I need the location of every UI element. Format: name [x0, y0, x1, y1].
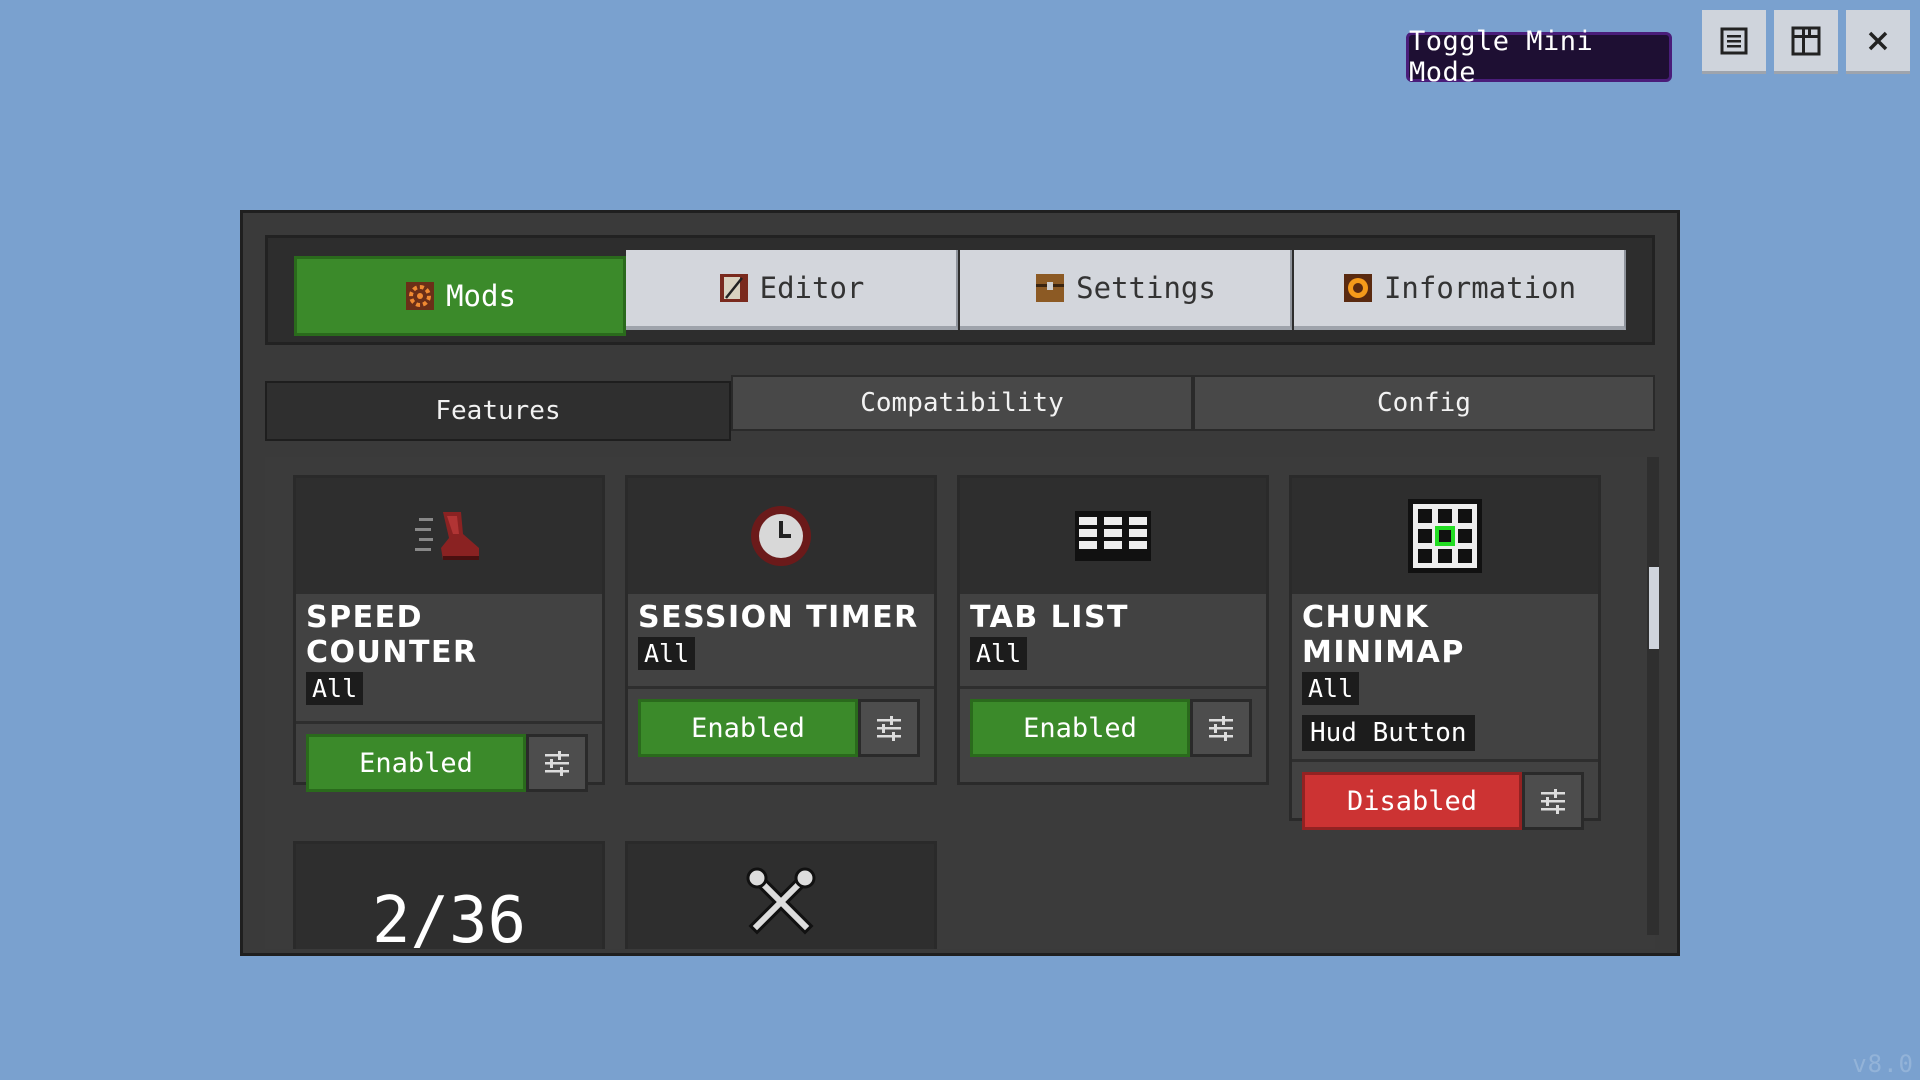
toggle-enabled-button[interactable]: Enabled: [306, 734, 526, 792]
version-label: v8.0: [1852, 1050, 1914, 1078]
edition-badge: All: [970, 637, 1028, 670]
sliders-icon: [545, 751, 569, 776]
hud-button-badge: Hud Button: [1302, 715, 1475, 751]
settings-sliders-button[interactable]: [858, 699, 920, 757]
tab-settings[interactable]: Settings: [960, 250, 1292, 330]
tab-label: Information: [1383, 271, 1577, 305]
edition-badge: All: [306, 672, 364, 705]
gear-icon: [404, 280, 436, 312]
layout-button[interactable]: [1774, 10, 1838, 74]
tab-label: Mods: [446, 279, 516, 313]
close-button[interactable]: [1846, 10, 1910, 74]
edition-badge: All: [638, 637, 696, 670]
edition-badge: All: [1302, 672, 1360, 705]
card-title: SESSION TIMER: [638, 600, 919, 635]
card-title: CHUNK MINIMAP: [1302, 600, 1465, 670]
toggle-enabled-button[interactable]: Enabled: [970, 699, 1190, 757]
info-icon: [1342, 272, 1374, 304]
tab-information[interactable]: Information: [1294, 250, 1626, 330]
settings-sliders-button[interactable]: [1190, 699, 1252, 757]
tools-card[interactable]: [625, 841, 937, 949]
tools-icon: [746, 867, 816, 935]
toggle-mini-mode-button[interactable]: Toggle Mini Mode: [1406, 26, 1672, 88]
list-window-icon: [1720, 27, 1748, 54]
card-title: TAB LIST: [970, 600, 1130, 635]
tab-mods[interactable]: Mods: [294, 256, 626, 336]
layout-icon: [1791, 26, 1821, 55]
features-grid[interactable]: SPEED COUNTER All Enabled SESSION TIMER: [265, 457, 1655, 949]
settings-sliders-button[interactable]: [1522, 772, 1584, 830]
chest-icon: [1034, 272, 1066, 304]
card-title: SPEED COUNTER: [306, 600, 478, 670]
subtab-compatibility[interactable]: Compatibility: [731, 375, 1193, 431]
close-icon: [1868, 31, 1888, 50]
toggle-enabled-button[interactable]: Enabled: [638, 699, 858, 757]
sliders-icon: [1209, 716, 1233, 741]
feature-card-tab-list: TAB LIST All Enabled: [957, 475, 1269, 785]
settings-sliders-button[interactable]: [526, 734, 588, 792]
sliders-icon: [1541, 789, 1565, 814]
feature-count: 2/36: [371, 884, 527, 949]
boot-icon: [415, 512, 479, 560]
feature-card-session-timer: SESSION TIMER All Enabled: [625, 475, 937, 785]
list-icon: [1075, 511, 1151, 561]
feature-card-chunk-minimap: CHUNK MINIMAP All Hud Button Disabled: [1289, 475, 1601, 830]
subtab-features[interactable]: Features: [265, 381, 731, 441]
window-list-button[interactable]: [1702, 10, 1766, 74]
scrollbar-track[interactable]: [1647, 457, 1659, 935]
tab-label: Settings: [1076, 271, 1216, 305]
grid-map-icon: [1408, 499, 1482, 573]
book-quill-icon: [718, 272, 750, 304]
scrollbar-thumb[interactable]: [1649, 567, 1659, 649]
feature-count-card: 2/36: [293, 841, 605, 949]
main-tabs: Mods Editor Settings Information: [265, 235, 1655, 345]
tab-label: Editor: [759, 271, 865, 305]
clock-icon: [751, 506, 811, 566]
tab-editor[interactable]: Editor: [626, 250, 958, 330]
main-panel: Mods Editor Settings Information Feature…: [240, 210, 1680, 956]
feature-card-speed-counter: SPEED COUNTER All Enabled: [293, 475, 605, 792]
subtab-config[interactable]: Config: [1193, 375, 1655, 431]
sliders-icon: [877, 716, 901, 741]
toggle-disabled-button[interactable]: Disabled: [1302, 772, 1522, 830]
